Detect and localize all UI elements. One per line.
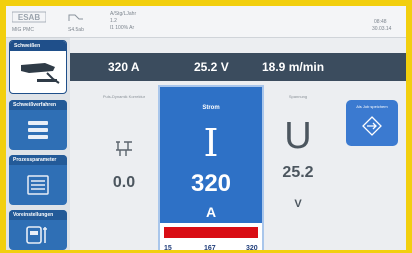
current-label: Strom xyxy=(202,105,220,111)
pulse-dynamics-panel[interactable]: Puls-Dynamik Korrektur 0.0 xyxy=(90,94,158,234)
sidebar: Schweißen Schweißverfahren Prozessparame… xyxy=(6,38,70,250)
current-value: 320 xyxy=(190,170,232,197)
voltage-unit: V xyxy=(294,198,302,210)
parameters-list-icon xyxy=(27,175,49,195)
job-indicator: S4.5ab xyxy=(68,27,84,33)
sidebar-item-label: Voreinstellungen xyxy=(9,210,67,220)
material-info: A/Stg/LJahr xyxy=(110,11,137,17)
brand-logo: ESAB xyxy=(12,11,46,23)
wire-diameter: 1.2 xyxy=(110,18,117,24)
voltage-value: 25.2 xyxy=(282,164,314,181)
current-slider[interactable]: 15 167 320 xyxy=(160,223,262,250)
wire-speed-readout: 18.9 m/min xyxy=(262,60,325,74)
sidebar-item-schweissen[interactable]: Schweißen xyxy=(9,40,67,94)
slider-max-label: 320 xyxy=(246,245,258,250)
readout-bar: 320 A 25.2 V 18.9 m/min xyxy=(70,53,406,81)
welding-torch-icon xyxy=(21,63,60,84)
sidebar-item-prozessparameter[interactable]: Prozessparameter xyxy=(9,155,67,205)
clock-date: 30.03.14 xyxy=(372,26,392,32)
shielding-gas: l1 100% Ar xyxy=(110,25,135,31)
svg-text:ESAB: ESAB xyxy=(18,13,40,22)
voltage-readout: 25.2 V xyxy=(194,60,229,74)
sidebar-item-voreinstellungen[interactable]: Voreinstellungen xyxy=(9,210,67,250)
sidebar-item-label: Schweißverfahren xyxy=(9,100,67,110)
pulse-dynamics-label: Puls-Dynamik Korrektur xyxy=(102,94,146,99)
sidebar-item-label: Schweißen xyxy=(10,41,66,51)
voltage-label: Spannung xyxy=(288,94,308,99)
voltage-symbol: U xyxy=(284,115,312,157)
current-slider-fill xyxy=(164,227,258,238)
sidebar-item-schweissverfahren[interactable]: Schweißverfahren xyxy=(9,100,67,150)
process-mode: MIG PMC xyxy=(12,27,34,33)
voltage-panel[interactable]: Spannung U 25.2 V xyxy=(264,94,332,234)
sidebar-item-label: Prozessparameter xyxy=(9,155,67,165)
save-job-button[interactable]: Als Job speichern xyxy=(346,100,398,146)
slider-min-label: 15 xyxy=(164,245,172,250)
current-symbol: I xyxy=(203,121,219,165)
wire-feed-icon xyxy=(68,14,83,21)
save-job-label: Als Job speichern xyxy=(356,104,388,109)
clock-time: 08:48 xyxy=(374,19,387,25)
process-layers-icon xyxy=(28,121,48,139)
pulse-dynamics-icon xyxy=(116,141,132,156)
settings-icon xyxy=(26,226,47,244)
display-screen: ESAB MIG PMC S4.5ab A/Stg/LJahr 1.2 l1 1… xyxy=(6,6,406,250)
slider-mid-label: 167 xyxy=(204,245,216,250)
current-readout: 320 A xyxy=(108,60,140,74)
current-panel[interactable]: Strom I 320 A 15 167 320 xyxy=(158,85,264,250)
pulse-dynamics-value: 0.0 xyxy=(112,174,136,191)
save-arrow-icon xyxy=(362,116,382,136)
current-unit: A xyxy=(205,204,217,220)
status-bar: ESAB MIG PMC S4.5ab A/Stg/LJahr 1.2 l1 1… xyxy=(6,6,406,38)
